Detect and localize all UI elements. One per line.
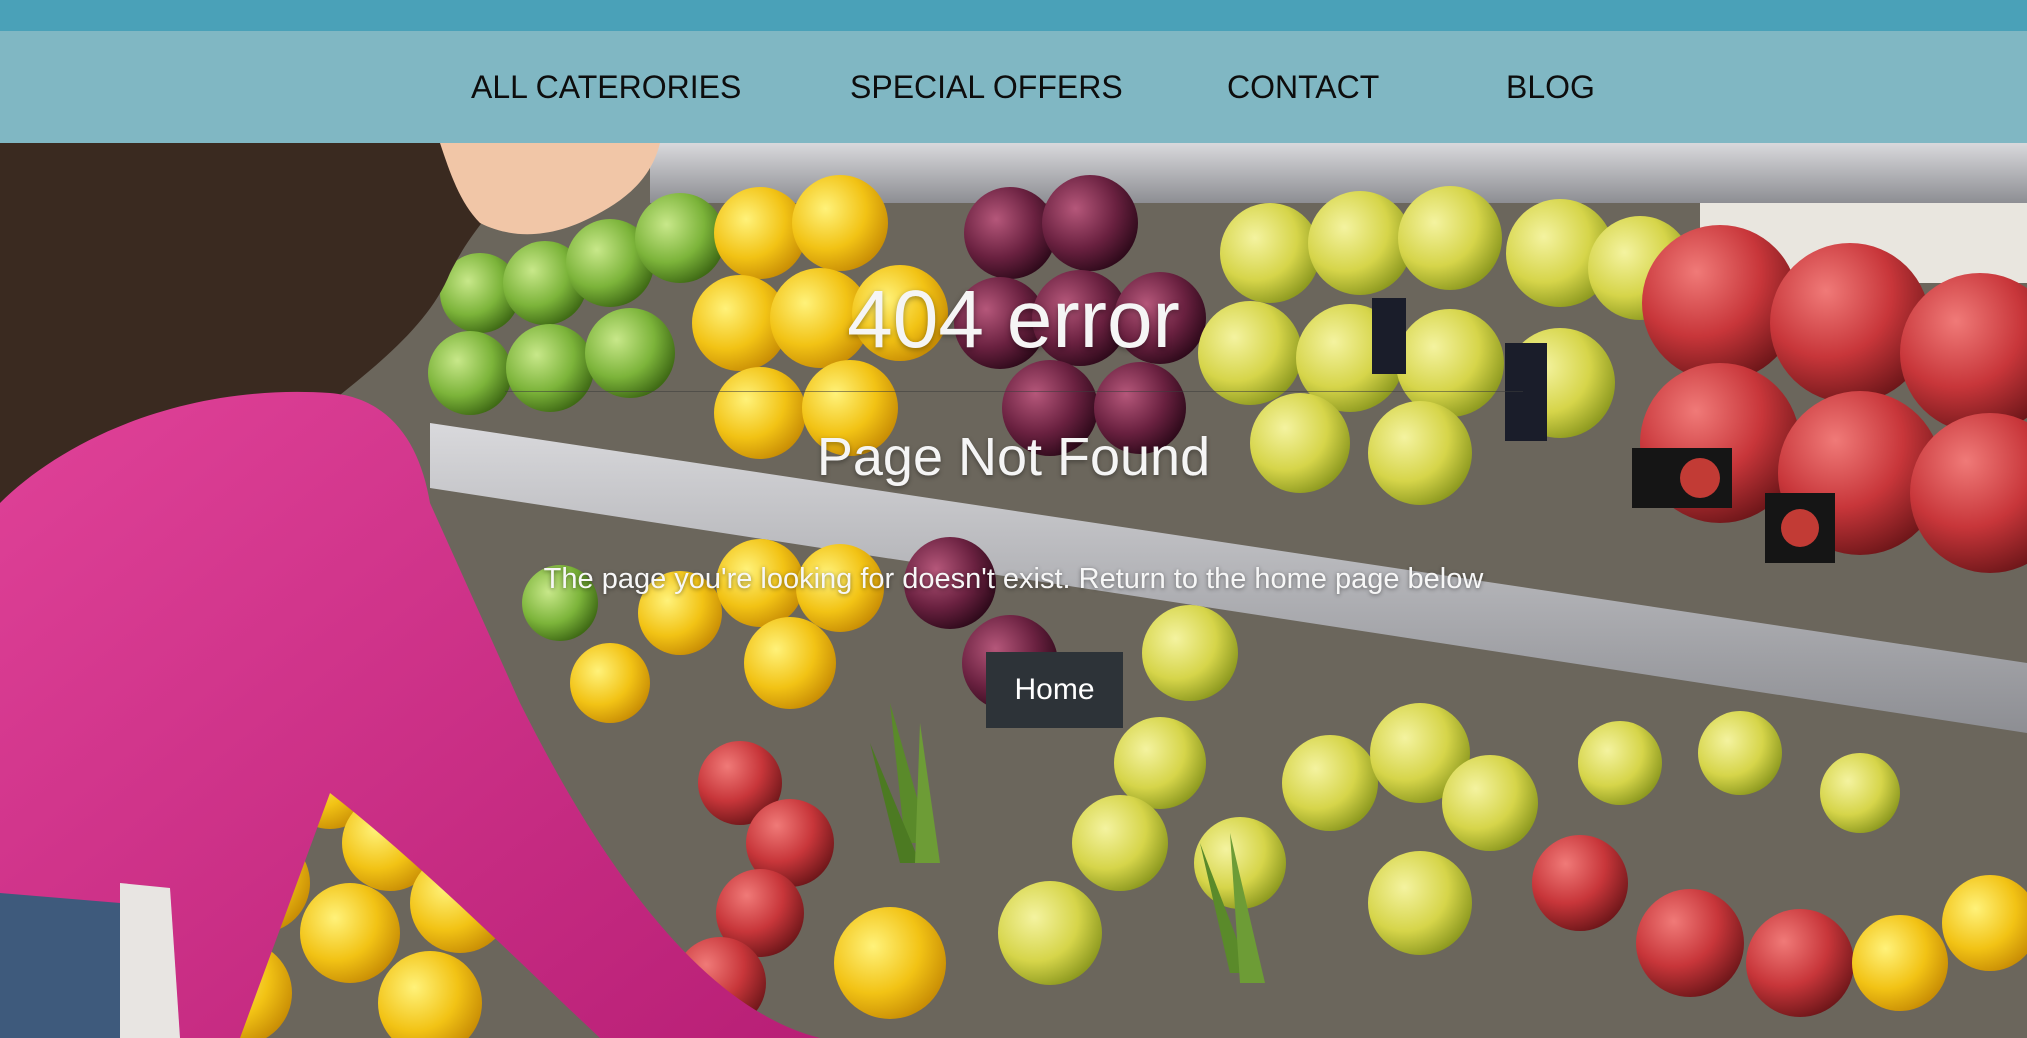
nav-special-offers[interactable]: SPECIAL OFFERS	[850, 31, 1123, 143]
nav-blog[interactable]: BLOG	[1506, 31, 1595, 143]
main-navbar: ALL CATERORIES SPECIAL OFFERS CONTACT BL…	[0, 31, 2027, 143]
top-strip	[0, 0, 2027, 31]
error-message: The page you're looking for doesn't exis…	[543, 563, 1484, 595]
error-title: 404 error	[847, 274, 1180, 365]
nav-contact[interactable]: CONTACT	[1227, 31, 1379, 143]
title-divider	[505, 391, 1523, 392]
home-button[interactable]: Home	[986, 652, 1123, 728]
error-content: 404 error Page Not Found The page you're…	[0, 143, 2027, 1038]
error-subtitle: Page Not Found	[816, 427, 1211, 487]
nav-all-categories[interactable]: ALL CATERORIES	[471, 31, 741, 143]
